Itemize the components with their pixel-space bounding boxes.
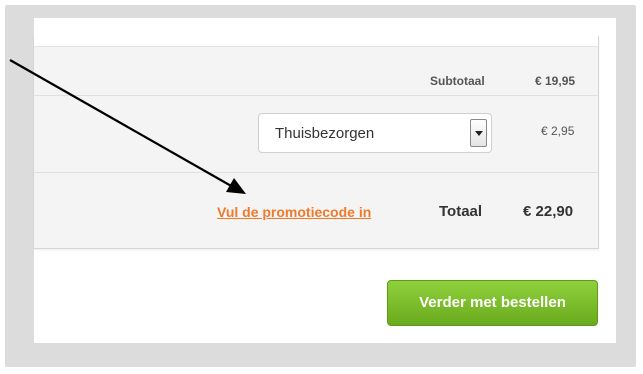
delivery-cost: € 2,95 — [541, 124, 575, 138]
delivery-method-value: Thuisbezorgen — [275, 125, 375, 142]
cart-top-strip — [34, 36, 598, 47]
delivery-method-select[interactable]: Thuisbezorgen — [258, 113, 492, 153]
subtotal-value: € 19,95 — [535, 74, 576, 88]
row-divider — [34, 95, 598, 96]
row-divider — [34, 172, 598, 173]
promo-code-link[interactable]: Vul de promotiecode in — [217, 204, 371, 220]
total-value: € 22,90 — [523, 203, 574, 220]
total-label: Totaal — [439, 203, 483, 220]
order-summary-box: Subtotaal € 19,95 Thuisbezorgen € 2,95 V… — [34, 36, 599, 249]
continue-order-button[interactable]: Verder met bestellen — [387, 280, 598, 326]
chevron-down-icon[interactable] — [470, 119, 487, 147]
subtotal-label: Subtotaal — [430, 74, 485, 88]
